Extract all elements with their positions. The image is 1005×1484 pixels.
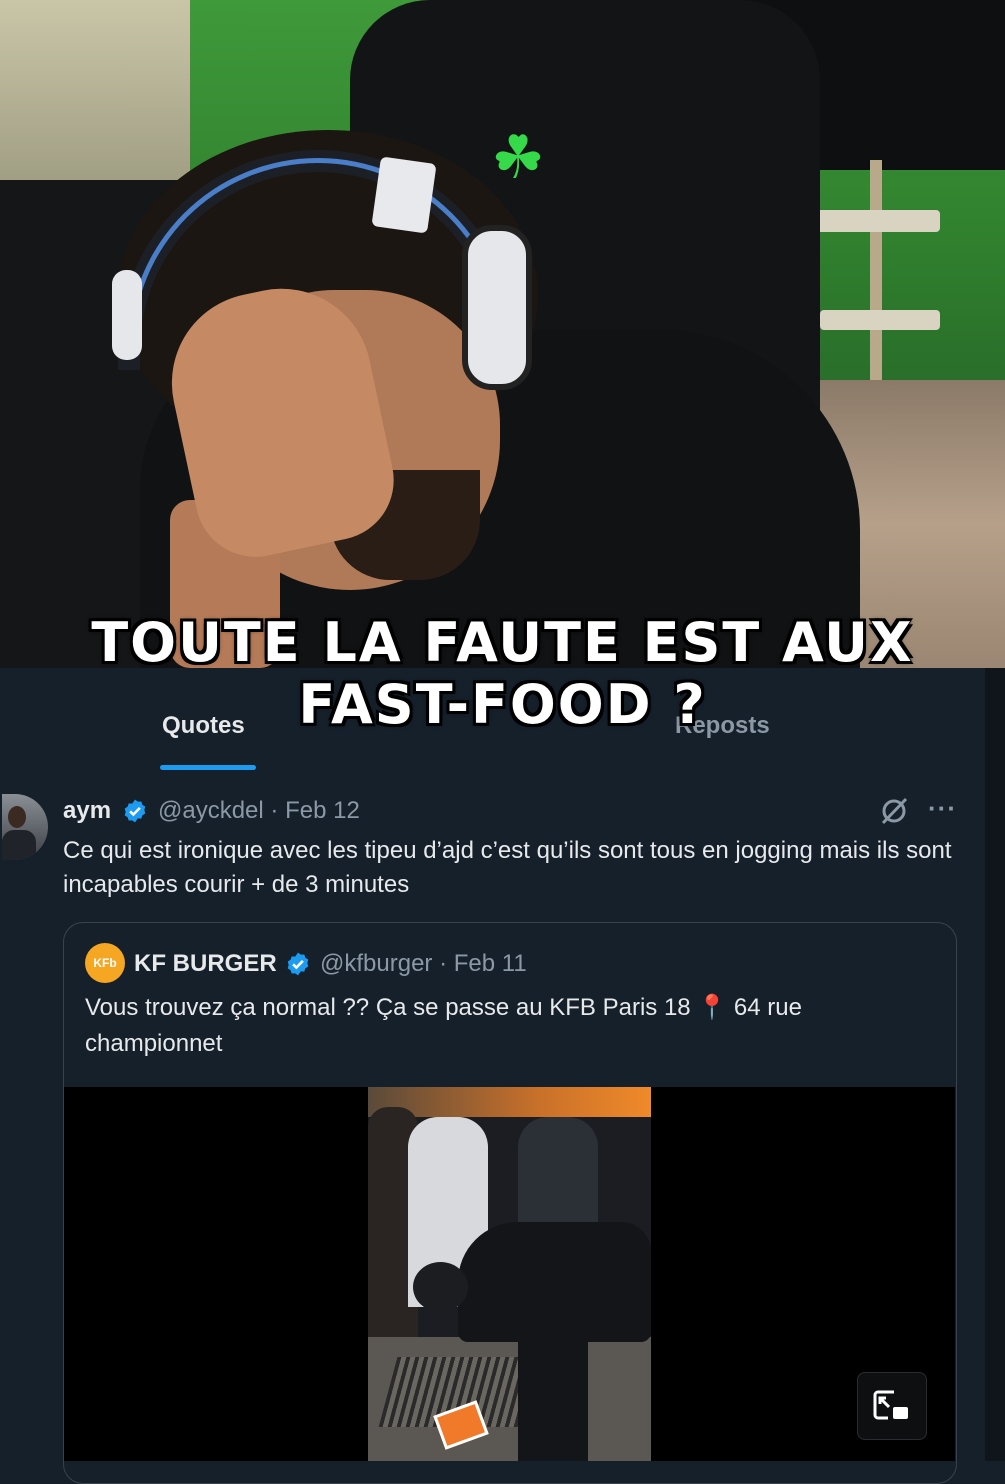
right-edge (985, 668, 1005, 1461)
tab-active-indicator (160, 765, 256, 770)
verified-badge-icon (287, 952, 309, 976)
headphone-cup-right (462, 225, 532, 390)
tweet-handle-date[interactable]: @ayckdel · Feb 12 (158, 797, 360, 825)
streamer-webcam: ☘ (0, 0, 1005, 668)
quoted-author-name[interactable]: KF BURGER (134, 950, 277, 978)
picture-in-picture-button[interactable] (857, 1372, 927, 1440)
pin-icon: 📍 (697, 994, 728, 1021)
quoted-avatar[interactable]: KFb (85, 943, 125, 983)
verified-badge-icon (124, 799, 146, 823)
headphone-cup-left (112, 270, 142, 360)
shelf (800, 210, 940, 232)
tweet-text: Ce qui est ironique avec les tipeu d’ajd… (63, 837, 952, 898)
quoted-handle-date[interactable]: @kfburger · Feb 11 (320, 950, 527, 978)
quoted-text-start: Vous trouvez ça normal ?? Ça se passe au… (85, 994, 698, 1021)
caption-line-2: FAST-FOOD ? (298, 673, 707, 736)
quoted-text: Vous trouvez ça normal ?? Ça se passe au… (85, 990, 935, 1062)
shelf-lower (820, 310, 940, 330)
headphone-tag (371, 156, 437, 234)
picture-in-picture-icon (873, 1390, 908, 1420)
more-icon[interactable]: ··· (928, 793, 957, 824)
grok-icon[interactable] (878, 795, 910, 827)
video-frame[interactable] (368, 1087, 651, 1461)
tweet-author-name[interactable]: aym (63, 797, 111, 825)
caption-line-1: TOUTE LA FAUTE EST AUX (91, 611, 914, 674)
